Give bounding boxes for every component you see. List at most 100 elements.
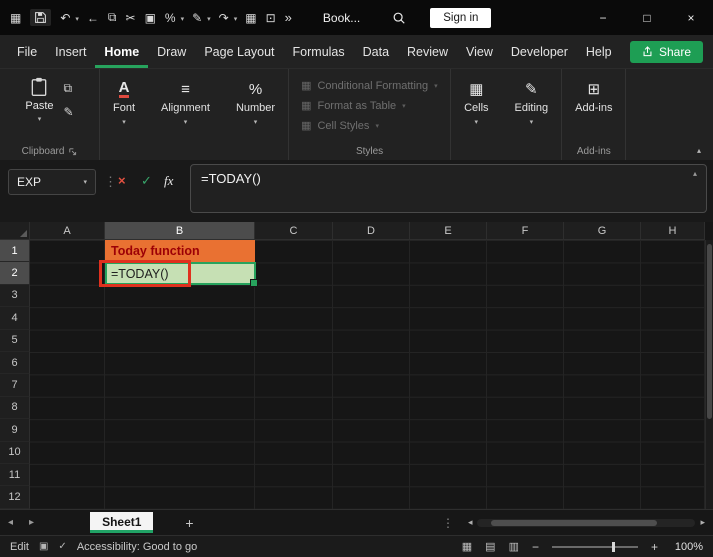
macro-record-icon[interactable]: ▣ (39, 541, 48, 552)
vertical-scrollbar[interactable] (705, 240, 713, 509)
page-layout-view-button[interactable]: ▤ (485, 540, 495, 553)
column-header-b[interactable]: B (105, 222, 255, 240)
scroll-left-icon[interactable]: ◂ (468, 517, 473, 528)
image-icon[interactable]: ▣ (145, 11, 156, 25)
save-icon[interactable] (30, 9, 52, 26)
workbook-title[interactable]: Book... (323, 11, 360, 25)
column-header-a[interactable]: A (30, 222, 105, 240)
format-as-table-button[interactable]: ▦ Format as Table ▾ (301, 97, 406, 114)
zoom-in-button[interactable]: + (651, 540, 658, 554)
pen-icon[interactable]: ✎ (192, 11, 202, 25)
minimize-button[interactable]: − (581, 0, 625, 35)
zoom-slider[interactable] (551, 541, 638, 552)
collapse-formula-bar-icon[interactable]: ▴ (693, 169, 697, 178)
formula-input[interactable]: =TODAY() ▴ (190, 164, 707, 213)
scroll-right-icon[interactable]: ▸ (700, 517, 705, 528)
addins-button[interactable]: ⊞ Add-ins (562, 69, 625, 114)
dialog-launcher-icon[interactable] (68, 147, 77, 156)
column-header-d[interactable]: D (333, 222, 410, 240)
percent-icon[interactable]: % (165, 11, 176, 25)
conditional-formatting-button[interactable]: ▦ Conditional Formatting ▾ (301, 77, 438, 94)
font-group-button[interactable]: A Font ▾ (100, 69, 148, 160)
tab-insert[interactable]: Insert (46, 35, 95, 68)
close-button[interactable]: × (669, 0, 713, 35)
row-header-5[interactable]: 5 (0, 329, 30, 352)
row-header-3[interactable]: 3 (0, 284, 30, 308)
table-icon[interactable]: ▦ (245, 11, 256, 25)
row-header-7[interactable]: 7 (0, 374, 30, 397)
copy-icon[interactable]: ⧉ (108, 10, 117, 25)
cells-group-button[interactable]: ▦ Cells ▾ (451, 69, 501, 160)
tab-formulas[interactable]: Formulas (284, 35, 354, 68)
vertical-scrollbar-thumb[interactable] (707, 244, 712, 419)
tab-file[interactable]: File (8, 35, 46, 68)
cell-B1[interactable]: Today function (105, 240, 255, 263)
tab-page-layout[interactable]: Page Layout (195, 35, 283, 68)
chevron-down-icon[interactable]: ▾ (234, 15, 238, 23)
zoom-out-button[interactable]: − (532, 540, 539, 554)
row-header-12[interactable]: 12 (0, 486, 30, 509)
tab-developer[interactable]: Developer (502, 35, 577, 68)
row-header-10[interactable]: 10 (0, 441, 30, 464)
horizontal-scrollbar[interactable]: ◂ ▸ (468, 517, 705, 528)
row-header-9[interactable]: 9 (0, 419, 30, 442)
row-header-2[interactable]: 2 (0, 262, 30, 285)
chevron-down-icon[interactable]: ▾ (207, 15, 211, 23)
chevron-down-icon[interactable]: ▾ (181, 15, 185, 23)
row-header-1[interactable]: 1 (0, 240, 30, 263)
enter-entry-button[interactable]: ✓ (141, 173, 152, 189)
editing-group-button[interactable]: ✎ Editing ▾ (502, 69, 563, 160)
paste-button[interactable]: Paste ▾ (25, 77, 54, 123)
column-header-f[interactable]: F (487, 222, 564, 240)
cancel-entry-button[interactable]: × (118, 173, 126, 188)
tab-help[interactable]: Help (577, 35, 621, 68)
tabbar-menu-icon[interactable]: ⋮ (442, 516, 454, 530)
redo-icon[interactable]: ↷ (219, 11, 229, 25)
insert-function-button[interactable]: fx (164, 173, 173, 189)
more-commands-icon[interactable]: » (285, 10, 292, 25)
name-box[interactable]: EXP ▾ (8, 169, 96, 195)
column-header-h[interactable]: H (641, 222, 705, 240)
sheet-tab-sheet1[interactable]: Sheet1 (90, 512, 154, 533)
column-header-g[interactable]: G (564, 222, 641, 240)
format-painter-icon[interactable]: ✎ (64, 105, 74, 119)
accessibility-status[interactable]: Accessibility: Good to go (77, 541, 197, 553)
camera-icon[interactable]: ⊡ (266, 11, 276, 25)
row-header-4[interactable]: 4 (0, 307, 30, 330)
alignment-group-button[interactable]: ≡ Alignment ▾ (148, 69, 223, 160)
horizontal-scrollbar-track[interactable] (477, 518, 696, 527)
sign-in-button[interactable]: Sign in (430, 7, 492, 28)
zoom-level[interactable]: 100% (671, 541, 703, 553)
tab-draw[interactable]: Draw (148, 35, 195, 68)
tab-view[interactable]: View (457, 35, 502, 68)
row-header-6[interactable]: 6 (0, 351, 30, 375)
row-header-11[interactable]: 11 (0, 463, 30, 487)
cell-B2[interactable]: =TODAY() (105, 262, 258, 288)
back-arrow-icon[interactable]: ← (87, 11, 99, 25)
cut-icon[interactable]: ✂ (126, 11, 136, 25)
page-break-view-button[interactable]: ▥ (509, 540, 519, 553)
copy-icon[interactable]: ⧉ (64, 81, 74, 96)
column-header-c[interactable]: C (255, 222, 333, 240)
cell-styles-button[interactable]: ▦ Cell Styles ▾ (301, 117, 379, 134)
sheet-nav-prev-icon[interactable]: ◂ (8, 517, 13, 528)
add-sheet-button[interactable]: + (185, 515, 193, 531)
search-icon[interactable] (392, 11, 406, 25)
tab-review[interactable]: Review (398, 35, 457, 68)
maximize-button[interactable]: □ (625, 0, 669, 35)
normal-view-button[interactable]: ▦ (462, 540, 472, 553)
sheet-nav-next-icon[interactable]: ▸ (29, 517, 34, 528)
menu-grid-icon[interactable]: ▦ (10, 11, 21, 25)
select-all-button[interactable] (0, 222, 30, 240)
tab-data[interactable]: Data (354, 35, 398, 68)
tab-home[interactable]: Home (95, 35, 149, 68)
zoom-slider-thumb[interactable] (612, 541, 616, 552)
chevron-down-icon[interactable]: ▾ (75, 15, 79, 23)
column-header-e[interactable]: E (410, 222, 487, 240)
undo-icon[interactable]: ↶ (60, 11, 70, 25)
row-header-8[interactable]: 8 (0, 396, 30, 420)
share-button[interactable]: Share (629, 40, 703, 63)
collapse-ribbon-icon[interactable]: ▴ (697, 146, 701, 155)
horizontal-scrollbar-thumb[interactable] (491, 519, 658, 526)
number-group-button[interactable]: % Number ▾ (223, 69, 290, 160)
